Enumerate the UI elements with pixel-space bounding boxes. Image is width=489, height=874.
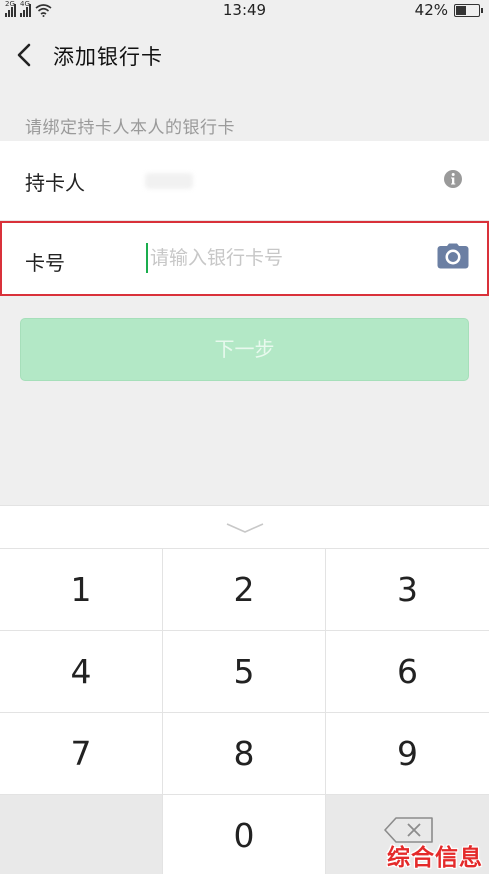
page-title: 添加银行卡: [53, 45, 163, 69]
camera-icon[interactable]: [437, 243, 469, 269]
key-2[interactable]: 2: [163, 549, 326, 631]
key-7[interactable]: 7: [0, 713, 163, 795]
card-number-input[interactable]: [150, 241, 420, 275]
cardholder-row: 持卡人: [0, 141, 489, 221]
battery-fill: [456, 5, 467, 15]
card-number-row: 卡号: [0, 221, 489, 296]
keypad-grid: 1 2 3 4 5 6 7 8 9 0: [0, 549, 489, 874]
battery-status: 42%: [414, 1, 483, 19]
numeric-keyboard: 1 2 3 4 5 6 7 8 9 0: [0, 505, 489, 874]
battery-icon: [454, 3, 483, 17]
chevron-down-icon: [226, 523, 264, 533]
back-icon[interactable]: [14, 40, 36, 70]
text-cursor: [146, 243, 148, 273]
next-step-button[interactable]: 下一步: [20, 318, 469, 381]
key-3[interactable]: 3: [326, 549, 489, 631]
add-bank-card-screen: 2G 4G 13:49 42% 添加银行卡 请绑定持卡人本人的银行卡 持卡人 卡…: [0, 0, 489, 874]
key-0[interactable]: 0: [163, 795, 326, 874]
info-icon[interactable]: [443, 169, 463, 189]
keyboard-collapse-bar[interactable]: [0, 506, 489, 549]
nav-bar: 添加银行卡: [0, 22, 489, 88]
watermark-logo: 综合信息: [387, 845, 483, 871]
key-9[interactable]: 9: [326, 713, 489, 795]
key-1[interactable]: 1: [0, 549, 163, 631]
status-bar: 2G 4G 13:49 42%: [0, 0, 489, 22]
battery-percent: 42%: [414, 1, 448, 19]
key-4[interactable]: 4: [0, 631, 163, 713]
key-5[interactable]: 5: [163, 631, 326, 713]
cardholder-name-obscured: [145, 173, 193, 189]
card-number-label: 卡号: [25, 251, 65, 275]
bind-hint-text: 请绑定持卡人本人的银行卡: [25, 118, 235, 138]
key-empty: [0, 795, 163, 874]
key-8[interactable]: 8: [163, 713, 326, 795]
cardholder-label: 持卡人: [25, 171, 85, 195]
key-6[interactable]: 6: [326, 631, 489, 713]
